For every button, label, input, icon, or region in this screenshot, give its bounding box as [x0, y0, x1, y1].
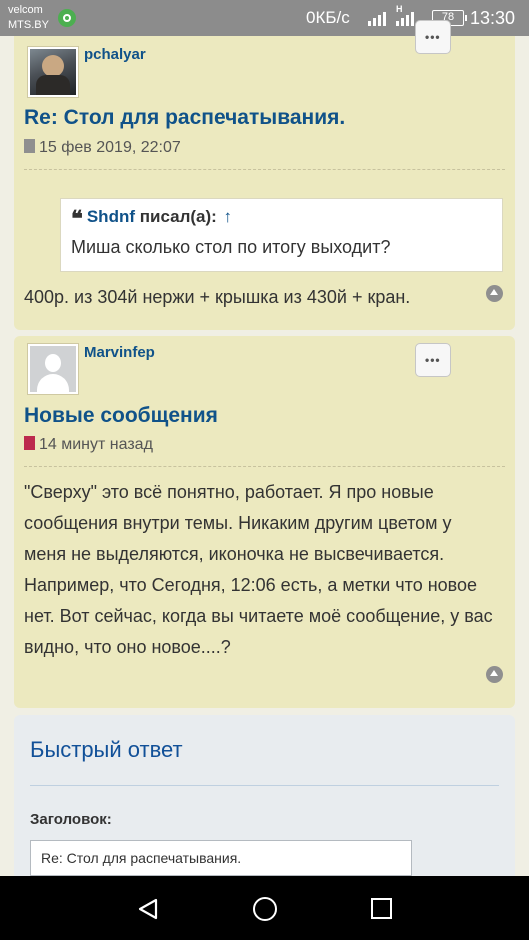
- carrier-line-1: velcom: [8, 4, 43, 16]
- quote-text: Миша сколько стол по итогу выходит?: [71, 237, 391, 257]
- recent-apps-icon[interactable]: [371, 898, 392, 919]
- carrier-label: velcom MTS.BY: [8, 3, 49, 33]
- post-date: 14 минут назад: [24, 436, 153, 454]
- avatar[interactable]: [27, 46, 79, 98]
- divider: [30, 785, 499, 786]
- user-photo-icon: [30, 49, 76, 95]
- post-title[interactable]: Re: Стол для распечатывания.: [24, 106, 345, 130]
- quote-icon: ❝: [71, 206, 83, 231]
- avatar[interactable]: [27, 343, 79, 395]
- divider: [24, 466, 505, 467]
- signal-icon: [368, 10, 388, 26]
- carrier-line-2: MTS.BY: [8, 19, 49, 31]
- quote-wrote-label: писал(а):: [139, 207, 217, 226]
- network-speed: 0КБ/с: [306, 8, 350, 27]
- post-menu-button[interactable]: •••: [415, 343, 451, 377]
- subject-input[interactable]: [30, 840, 412, 876]
- post-card: pchalyar ••• Re: Стол для распечатывания…: [14, 20, 515, 330]
- post-date-text: 14 минут назад: [39, 436, 153, 453]
- quote-author[interactable]: Shdnf: [87, 207, 135, 226]
- unread-file-icon[interactable]: [24, 436, 35, 450]
- navigation-bar: [0, 876, 529, 940]
- back-icon[interactable]: [137, 898, 159, 920]
- arrow-up-icon[interactable]: [486, 285, 503, 302]
- post-title[interactable]: Новые сообщения: [24, 404, 218, 428]
- quote-block: ❝ Shdnf писал(а): ↑ Миша сколько стол по …: [60, 198, 503, 272]
- network-type-label: H: [396, 4, 403, 14]
- post-author[interactable]: pchalyar: [84, 46, 146, 63]
- post-date-text: 15 фев 2019, 22:07: [39, 139, 181, 156]
- post-card: Marvinfep ••• Новые сообщения 14 минут н…: [14, 336, 515, 708]
- signal-h-icon: H: [396, 4, 416, 26]
- post-body: "Сверху" это всё понятно, работает. Я пр…: [24, 482, 493, 657]
- more-icon: •••: [425, 353, 441, 367]
- arrow-up-icon[interactable]: [486, 666, 503, 683]
- more-icon: •••: [425, 30, 441, 44]
- file-icon[interactable]: [24, 139, 35, 153]
- post-author[interactable]: Marvinfep: [84, 344, 155, 361]
- post-menu-button[interactable]: •••: [415, 20, 451, 54]
- quote-header: ❝ Shdnf писал(а): ↑: [71, 207, 233, 230]
- divider: [24, 169, 505, 170]
- quick-reply-title: Быстрый ответ: [30, 737, 183, 762]
- status-time: 13:30: [470, 8, 516, 28]
- post-date: 15 фев 2019, 22:07: [24, 139, 181, 157]
- default-avatar-icon: [30, 346, 76, 392]
- home-icon[interactable]: [253, 897, 277, 921]
- quote-source-arrow-icon[interactable]: ↑: [224, 207, 233, 226]
- subject-label: Заголовок:: [30, 811, 112, 828]
- whatsapp-notification-icon: [58, 9, 76, 27]
- post-body: 400р. из 304й нержи + крышка из 430й + к…: [24, 287, 411, 307]
